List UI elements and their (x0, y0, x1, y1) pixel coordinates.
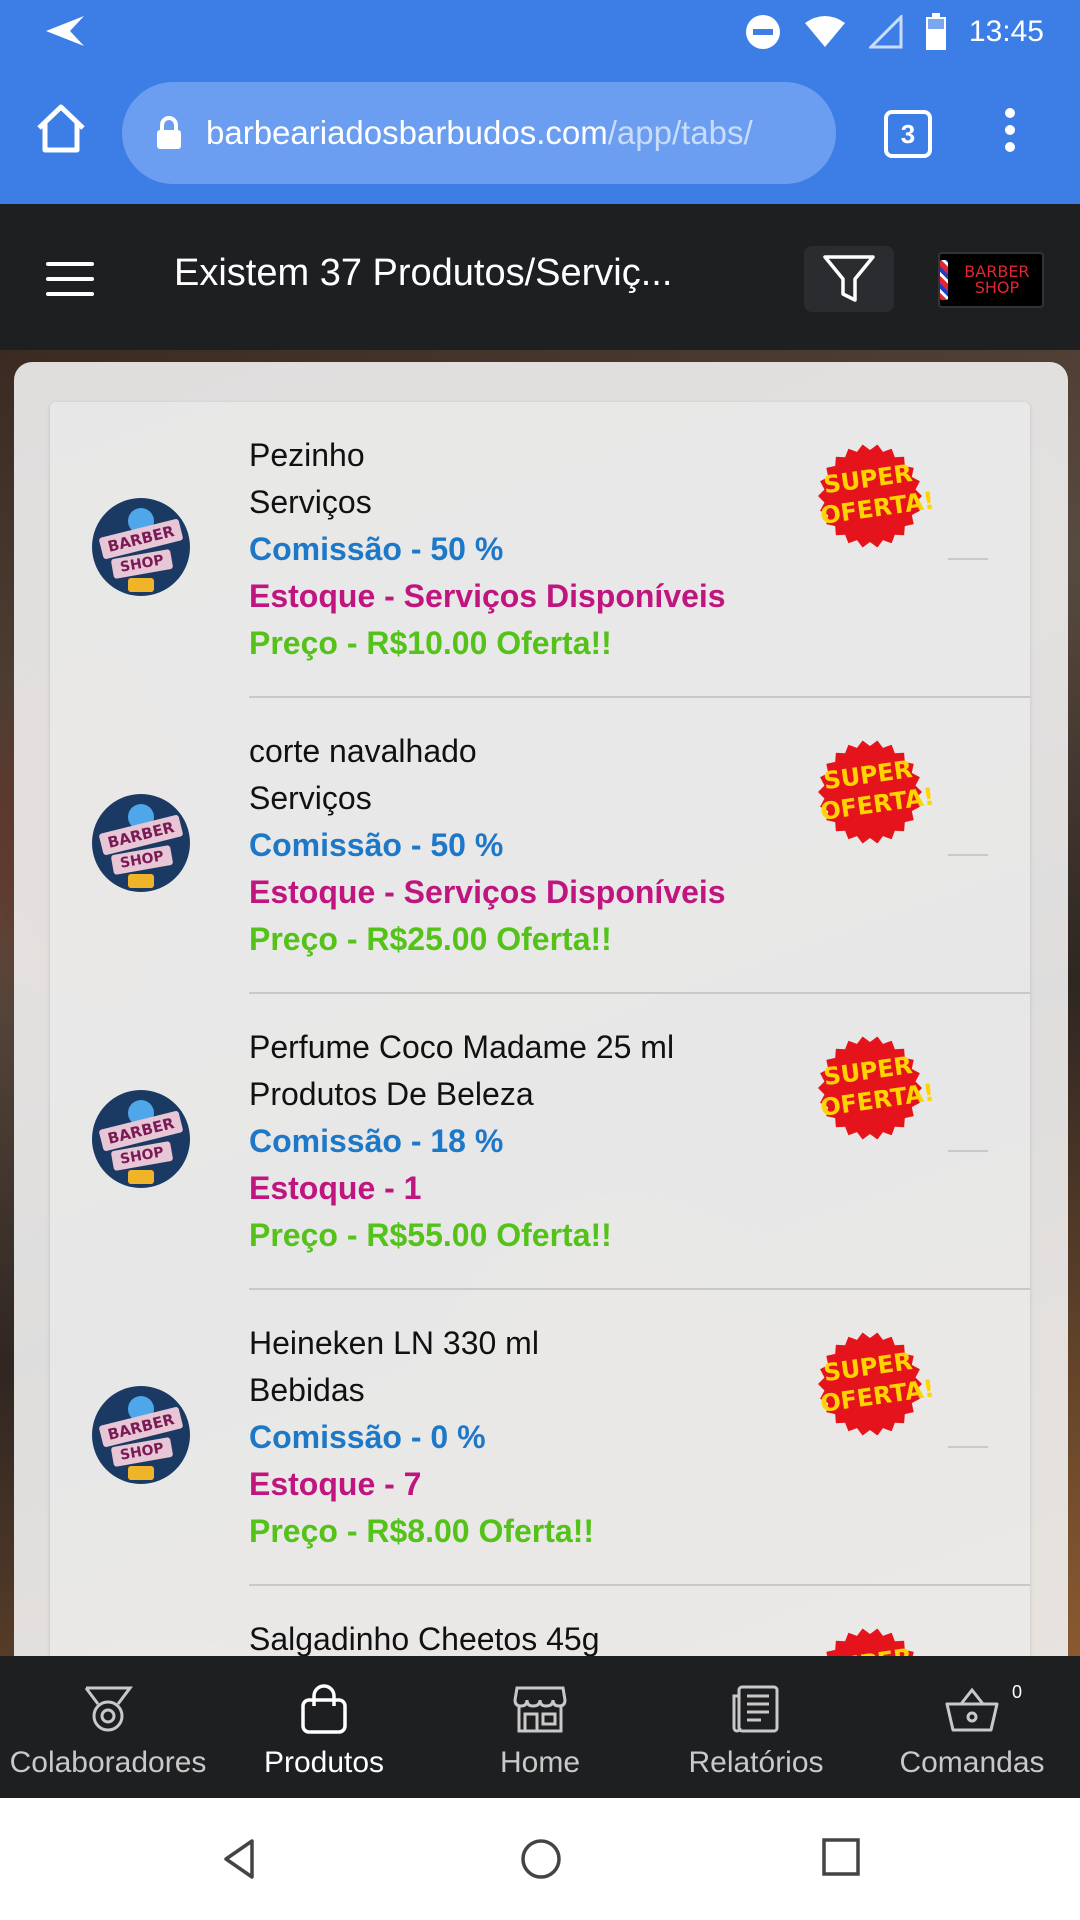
lock-icon (156, 116, 182, 150)
signal-icon (868, 15, 903, 49)
barber-shop-avatar: BARBER SHOP (92, 1090, 190, 1188)
product-category: Bebidas (249, 1372, 365, 1408)
item-end-marker (948, 558, 988, 560)
product-price: Preço - R$8.00 Oferta!! (249, 1513, 595, 1549)
system-nav-bar (0, 1798, 1080, 1920)
product-price: Preço - R$25.00 Oferta!! (249, 921, 612, 957)
medal-icon (84, 1686, 133, 1732)
products-card: BARBER SHOP Pezinho Serviços Comissão - … (14, 362, 1068, 1656)
report-icon (732, 1685, 779, 1733)
overflow-menu-icon[interactable] (998, 108, 1022, 156)
filter-icon (823, 255, 875, 302)
page-title: Existem 37 Produtos/Serviç... (174, 252, 673, 294)
bottom-tab-bar: Colaboradores Produtos Home Relatórios 0… (0, 1656, 1080, 1798)
super-offer-badge: SUPER OFERTA! (818, 1628, 922, 1656)
battery-icon (925, 13, 946, 50)
url-domain: barbeariadosbarbudos.com (206, 114, 608, 151)
tab-label: Colaboradores (9, 1746, 207, 1779)
home-icon[interactable] (34, 102, 88, 156)
tab-colaboradores[interactable]: Colaboradores (0, 1656, 216, 1798)
product-commission: Comissão - 50 % (249, 531, 504, 567)
product-stock: Estoque - 1 (249, 1170, 422, 1206)
url-bar[interactable]: barbeariadosbarbudos.com/app/tabs/ (122, 82, 836, 184)
super-offer-badge: SUPER OFERTA! (818, 1332, 936, 1436)
product-category: Serviços (249, 484, 372, 520)
product-item[interactable]: BARBER SHOP Pezinho Serviços Comissão - … (50, 402, 1030, 698)
logo-text: BARBER SHOP (964, 262, 1030, 297)
send-icon (46, 16, 84, 46)
product-commission: Comissão - 0 % (249, 1419, 486, 1455)
tab-count: 3 (900, 118, 916, 149)
product-category: Serviços (249, 780, 372, 816)
basket-icon (945, 1687, 999, 1732)
tab-label: Comandas (899, 1746, 1045, 1779)
tab-comandas[interactable]: 0 Comandas (864, 1656, 1080, 1798)
product-details: Salgadinho Cheetos 45g (249, 1616, 849, 1656)
store-icon (513, 1686, 567, 1733)
filter-button[interactable] (804, 246, 894, 312)
hamburger-menu-icon[interactable] (46, 262, 94, 296)
wifi-icon (804, 16, 845, 47)
product-details: Pezinho Serviços Comissão - 50 % Estoque… (249, 432, 849, 667)
tab-home[interactable]: Home (432, 1656, 648, 1798)
product-item[interactable]: BARBER SHOP Heineken LN 330 ml Bebidas C… (50, 1290, 1030, 1586)
tab-relatorios[interactable]: Relatórios (648, 1656, 864, 1798)
product-category: Produtos De Beleza (249, 1076, 534, 1112)
app-header: Existem 37 Produtos/Serviç... BARBER SHO… (0, 204, 1080, 350)
product-name: Pezinho (249, 437, 365, 473)
product-name: Heineken LN 330 ml (249, 1325, 539, 1361)
product-details: Heineken LN 330 ml Bebidas Comissão - 0 … (249, 1320, 849, 1555)
tab-label: Relatórios (688, 1746, 824, 1779)
product-name: Perfume Coco Madame 25 ml (249, 1029, 675, 1065)
recents-nav-icon[interactable] (822, 1838, 860, 1876)
product-details: Perfume Coco Madame 25 ml Produtos De Be… (249, 1024, 849, 1259)
product-price: Preço - R$55.00 Oferta!! (249, 1217, 612, 1253)
barber-shop-avatar: BARBER SHOP (92, 1386, 190, 1484)
status-clock: 13:45 (968, 15, 1044, 48)
tab-switcher-button[interactable]: 3 (884, 110, 932, 158)
back-nav-icon[interactable] (222, 1838, 256, 1880)
product-price: Preço - R$10.00 Oferta!! (249, 625, 612, 661)
product-stock: Estoque - 7 (249, 1466, 422, 1502)
product-name: corte navalhado (249, 733, 477, 769)
product-name: Salgadinho Cheetos 45g (249, 1621, 600, 1656)
product-details: corte navalhado Serviços Comissão - 50 %… (249, 728, 849, 963)
barber-shop-avatar: BARBER SHOP (92, 498, 190, 596)
product-commission: Comissão - 50 % (249, 827, 504, 863)
product-stock: Estoque - Serviços Disponíveis (249, 578, 726, 614)
super-offer-badge: SUPER OFERTA! (818, 444, 936, 548)
url-path: /app/tabs/ (607, 114, 753, 151)
home-nav-icon[interactable] (520, 1838, 562, 1880)
tab-produtos[interactable]: Produtos (216, 1656, 432, 1798)
item-end-marker (948, 1446, 988, 1448)
barber-shop-logo: BARBER SHOP (938, 252, 1044, 308)
super-offer-badge: SUPER OFERTA! (818, 740, 936, 844)
do-not-disturb-icon (745, 15, 780, 49)
product-list: BARBER SHOP Pezinho Serviços Comissão - … (50, 402, 1030, 1656)
product-item[interactable]: BARBER SHOP Salgadinho Cheetos 45g SUPER… (50, 1586, 1030, 1656)
content-area: BARBER SHOP Pezinho Serviços Comissão - … (0, 350, 1080, 1656)
browser-toolbar: barbeariadosbarbudos.com/app/tabs/ 3 (0, 64, 1080, 204)
product-commission: Comissão - 18 % (249, 1123, 504, 1159)
tab-label: Home (499, 1746, 581, 1779)
barber-shop-avatar: BARBER SHOP (92, 794, 190, 892)
super-offer-badge: SUPER OFERTA! (818, 1036, 936, 1140)
comandas-count-badge: 0 (1012, 1682, 1023, 1702)
url-text: barbeariadosbarbudos.com/app/tabs/ (206, 114, 753, 152)
bag-icon (301, 1684, 347, 1734)
item-end-marker (948, 1150, 988, 1152)
item-end-marker (948, 854, 988, 856)
product-stock: Estoque - Serviços Disponíveis (249, 874, 726, 910)
status-bar: 13:45 (0, 0, 1080, 64)
product-item[interactable]: BARBER SHOP Perfume Coco Madame 25 ml Pr… (50, 994, 1030, 1290)
tab-label: Produtos (263, 1746, 385, 1779)
product-item[interactable]: BARBER SHOP corte navalhado Serviços Com… (50, 698, 1030, 994)
